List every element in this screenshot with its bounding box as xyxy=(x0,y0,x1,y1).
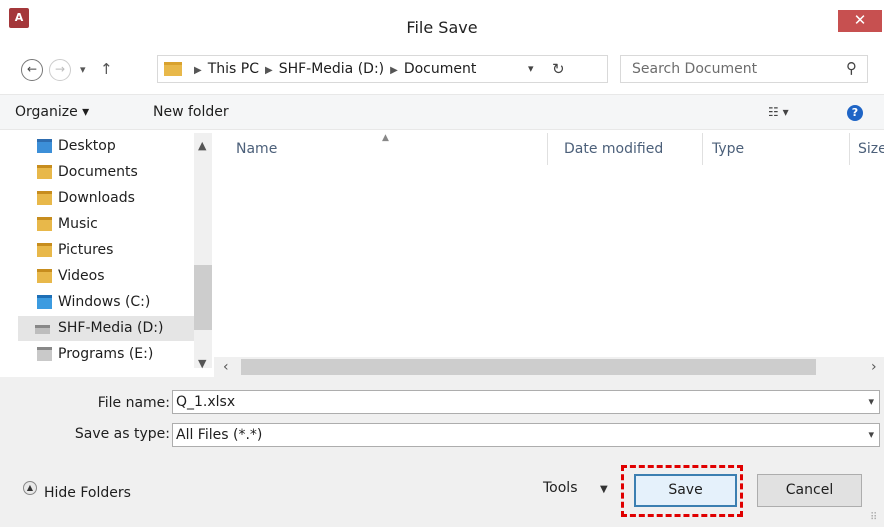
address-dropdown[interactable]: ▾ xyxy=(528,62,534,75)
address-bar[interactable]: ▶ This PC ▶ SHF-Media (D:) ▶ Document ▾ ↻ xyxy=(157,55,608,83)
breadcrumb-this-pc[interactable]: This PC xyxy=(208,61,259,77)
pictures-folder-icon xyxy=(37,243,52,257)
sort-ascending-icon: ▲ xyxy=(382,133,389,143)
sidebar-item-windows-c[interactable]: Windows (C:) xyxy=(20,290,194,315)
resize-grip[interactable]: ⠿ xyxy=(870,512,877,523)
search-icon[interactable]: ⚲ xyxy=(846,59,857,77)
save-as-type-value[interactable]: All Files (*.*) xyxy=(176,427,262,443)
save-as-type-label: Save as type: xyxy=(74,426,170,442)
folder-icon xyxy=(164,62,182,76)
window-title: File Save xyxy=(406,18,478,37)
organize-button[interactable]: Organize ▾ xyxy=(15,104,89,120)
scroll-right-arrow[interactable]: › xyxy=(871,359,877,375)
breadcrumb-document[interactable]: Document xyxy=(404,61,477,77)
drive-icon xyxy=(37,347,52,361)
downloads-folder-icon xyxy=(37,191,52,205)
file-name-field[interactable]: Q_1.xlsx ▾ xyxy=(172,390,880,414)
help-icon[interactable]: ? xyxy=(847,105,863,121)
save-as-type-select[interactable]: All Files (*.*) ▾ xyxy=(172,423,880,447)
address-row: ← → ▾ ↑ ▶ This PC ▶ SHF-Media (D:) ▶ Document… xyxy=(0,48,884,90)
documents-folder-icon xyxy=(37,165,52,179)
chevron-down-icon[interactable]: ▾ xyxy=(868,391,874,413)
back-button[interactable]: ← xyxy=(21,59,43,81)
tools-button[interactable]: Tools xyxy=(543,480,578,496)
windows-drive-icon xyxy=(37,295,52,309)
sidebar-item-documents[interactable]: Documents xyxy=(20,160,194,185)
drive-icon xyxy=(35,325,50,334)
sidebar-item-programs-e[interactable]: Programs (E:) xyxy=(20,342,194,367)
sidebar-item-downloads[interactable]: Downloads xyxy=(20,186,194,211)
scroll-down-arrow[interactable]: ▼ xyxy=(198,357,206,370)
column-type[interactable]: Type xyxy=(712,141,744,157)
sidebar-item-shf-media-d[interactable]: SHF-Media (D:) xyxy=(18,316,194,341)
sidebar-item-music[interactable]: Music xyxy=(20,212,194,237)
music-folder-icon xyxy=(37,217,52,231)
save-highlight-annotation xyxy=(621,465,743,517)
file-name-value[interactable]: Q_1.xlsx xyxy=(176,394,235,410)
file-list-header: ▲ Name Date modified Type Size xyxy=(214,133,884,165)
close-button[interactable]: ✕ xyxy=(838,10,882,32)
cancel-button[interactable]: Cancel xyxy=(757,474,862,507)
hide-folders-button[interactable]: Hide Folders xyxy=(44,485,131,501)
sidebar-scroll-thumb[interactable] xyxy=(194,265,212,330)
recent-locations-dropdown[interactable]: ▾ xyxy=(80,63,86,76)
up-button[interactable]: ↑ xyxy=(100,60,113,78)
view-options-icon[interactable]: ☷ ▾ xyxy=(768,105,789,119)
scroll-left-arrow[interactable]: ‹ xyxy=(223,359,229,375)
refresh-icon[interactable]: ↻ xyxy=(552,60,565,78)
search-box[interactable]: Search Document ⚲ xyxy=(620,55,868,83)
chevron-down-icon[interactable]: ▾ xyxy=(868,424,874,446)
tools-dropdown-icon[interactable]: ▼ xyxy=(600,484,608,495)
sidebar-item-desktop[interactable]: Desktop xyxy=(20,134,194,159)
column-date-modified[interactable]: Date modified xyxy=(564,141,663,157)
command-bar: Organize ▾ New folder ☷ ▾ ? xyxy=(0,94,884,130)
horizontal-scroll-thumb[interactable] xyxy=(241,359,816,375)
videos-folder-icon xyxy=(37,269,52,283)
column-size[interactable]: Size xyxy=(858,141,884,157)
sidebar-item-pictures[interactable]: Pictures xyxy=(20,238,194,263)
navigation-pane: Desktop Documents Downloads Music Pictur… xyxy=(18,133,214,377)
breadcrumb-drive[interactable]: SHF-Media (D:) xyxy=(279,61,384,77)
sidebar-vertical-scrollbar[interactable]: ▲ ▼ xyxy=(194,133,212,370)
chevron-up-icon[interactable]: ▲ xyxy=(23,481,37,495)
desktop-folder-icon xyxy=(37,139,52,153)
file-name-label: File name: xyxy=(97,395,170,411)
scroll-up-arrow[interactable]: ▲ xyxy=(198,139,206,152)
new-folder-button[interactable]: New folder xyxy=(153,104,229,120)
sidebar-item-videos[interactable]: Videos xyxy=(20,264,194,289)
search-input[interactable]: Search Document xyxy=(632,61,757,77)
forward-button[interactable]: → xyxy=(49,59,71,81)
column-name[interactable]: Name xyxy=(236,141,277,157)
title-bar: A File Save ✕ xyxy=(0,0,884,38)
